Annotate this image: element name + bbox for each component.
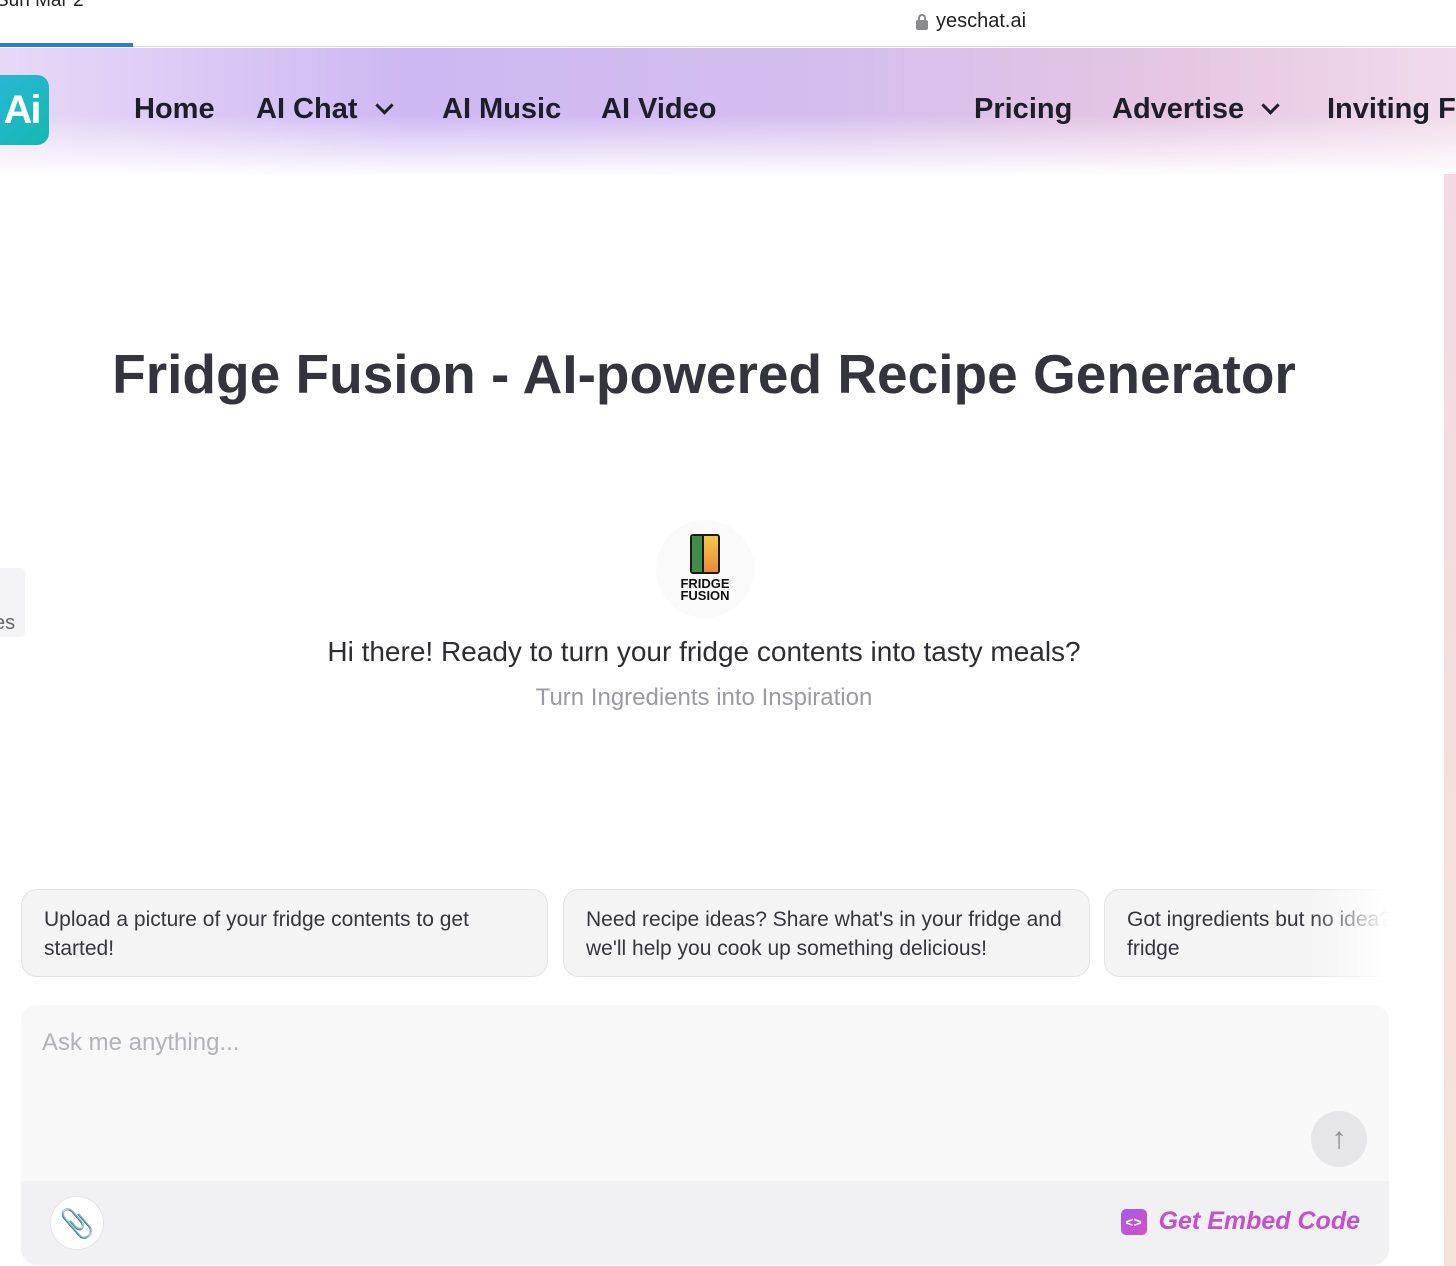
url-text: yeschat.ai bbox=[936, 10, 1027, 32]
composer-toolbar: 📎 <> Get Embed Code bbox=[21, 1181, 1389, 1265]
nav-advertise[interactable]: Advertise bbox=[1112, 93, 1280, 126]
nav-ai-chat[interactable]: AI Chat bbox=[256, 93, 394, 126]
page-title: Fridge Fusion - AI-powered Recipe Genera… bbox=[112, 343, 1296, 405]
nav-ai-music[interactable]: AI Music bbox=[442, 93, 561, 126]
suggestion-card[interactable]: Got ingredients but no idea? Snap a phot… bbox=[1104, 889, 1389, 977]
lock-icon bbox=[916, 13, 928, 30]
embed-code-button[interactable]: <> Get Embed Code bbox=[1120, 1207, 1360, 1236]
fridge-icon bbox=[690, 534, 720, 574]
browser-tab-label[interactable]: Sun Mar 2 bbox=[0, 0, 84, 12]
suggestion-card[interactable]: Need recipe ideas? Share what's in your … bbox=[563, 889, 1090, 977]
paperclip-icon: 📎 bbox=[59, 1207, 95, 1239]
nav-advertise-label: Advertise bbox=[1112, 93, 1245, 125]
site-header: Ai Home AI Chat AI Music AI Video Pricin… bbox=[0, 48, 1456, 174]
nav-ai-chat-label: AI Chat bbox=[256, 93, 358, 125]
bot-tagline: Turn Ingredients into Inspiration bbox=[535, 684, 873, 711]
nav-ai-music-label: AI Music bbox=[442, 93, 562, 125]
embed-code-label: Get Embed Code bbox=[1158, 1207, 1360, 1235]
nav-inviting-label: Inviting Fr bbox=[1327, 93, 1456, 125]
address-field[interactable]: yeschat.ai bbox=[916, 10, 1026, 33]
bot-avatar: FRIDGE FUSION bbox=[656, 520, 754, 618]
chat-composer: Ask me anything... ↑ 📎 <> Get Embed Code bbox=[21, 1005, 1389, 1265]
message-input[interactable]: Ask me anything... bbox=[42, 1029, 239, 1057]
suggestion-card[interactable]: Upload a picture of your fridge contents… bbox=[21, 889, 548, 977]
nav-home[interactable]: Home bbox=[134, 93, 215, 126]
attach-button[interactable]: 📎 bbox=[50, 1196, 104, 1250]
chevron-down-icon bbox=[374, 96, 394, 115]
nav-pricing-label: Pricing bbox=[974, 93, 1073, 125]
nav-home-label: Home bbox=[134, 93, 215, 125]
scroll-edge bbox=[1444, 174, 1456, 1266]
nav-pricing[interactable]: Pricing bbox=[974, 93, 1072, 126]
site-logo[interactable]: Ai bbox=[0, 75, 49, 145]
bot-greeting: Hi there! Ready to turn your fridge cont… bbox=[327, 636, 1081, 667]
active-tab-indicator bbox=[0, 43, 133, 47]
avatar-logo-text: FRIDGE FUSION bbox=[680, 576, 730, 603]
nav-ai-video[interactable]: AI Video bbox=[601, 93, 717, 126]
nav-inviting-friends[interactable]: Inviting Fr bbox=[1327, 93, 1456, 126]
nav-ai-video-label: AI Video bbox=[601, 93, 717, 125]
side-drawer-tab[interactable]: es bbox=[0, 568, 25, 637]
logo-text: Ai bbox=[3, 87, 42, 132]
chevron-down-icon bbox=[1261, 96, 1280, 115]
suggestion-list: Upload a picture of your fridge contents… bbox=[21, 889, 1389, 977]
send-button[interactable]: ↑ bbox=[1311, 1111, 1367, 1167]
browser-url-bar: Sun Mar 2 yeschat.ai bbox=[0, 0, 1456, 47]
code-icon: <> bbox=[1120, 1208, 1147, 1235]
arrow-up-icon: ↑ bbox=[1331, 1122, 1347, 1155]
side-tab-label: es bbox=[0, 612, 16, 634]
